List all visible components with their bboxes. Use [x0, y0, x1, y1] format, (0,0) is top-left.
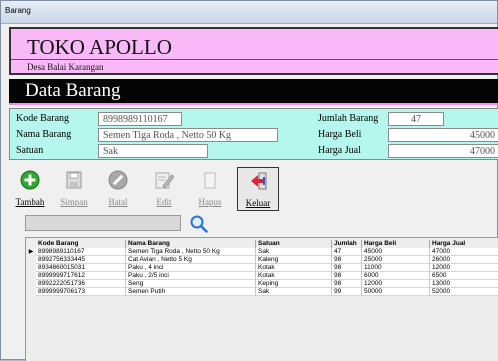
app-window: Barang TOKO APOLLO Desa Balai Karangan D…: [0, 0, 498, 361]
col-harga-jual[interactable]: Harga Jual: [430, 240, 498, 248]
satuan-label: Satuan: [16, 145, 44, 156]
tambah-label: Tambah: [15, 197, 45, 207]
col-kode[interactable]: Kode Barang: [36, 240, 126, 248]
cell-harga-beli: 11000: [362, 264, 430, 272]
hapus-button[interactable]: Hapus: [189, 167, 231, 211]
col-satuan[interactable]: Satuan: [256, 240, 332, 248]
col-harga-beli[interactable]: Harga Beli: [362, 240, 430, 248]
keluar-button[interactable]: Keluar: [237, 167, 279, 211]
row-selector: [26, 264, 36, 272]
satuan-field[interactable]: Sak: [98, 144, 208, 158]
cell-kode: 8992222051736: [36, 280, 126, 288]
table-row[interactable]: 8934860015031 Paku , 4 inci Kotak 98 110…: [26, 264, 498, 272]
table-row[interactable]: 8992222051736 Seng Keping 98 12000 13000: [26, 280, 498, 288]
row-selector: [26, 288, 36, 296]
cell-harga-jual: 13000: [430, 280, 498, 288]
cell-nama: Semen Putih: [126, 288, 256, 296]
cell-satuan: Sak: [256, 288, 332, 296]
hapus-label: Hapus: [198, 197, 222, 207]
section-header: Data Barang: [9, 79, 498, 105]
cell-harga-beli: 6000: [362, 272, 430, 280]
cell-harga-jual: 52000: [430, 288, 498, 296]
store-address: Desa Balai Karangan: [27, 62, 104, 72]
col-jumlah[interactable]: Jumlah: [332, 240, 362, 248]
tambah-button[interactable]: Tambah: [9, 167, 51, 211]
table-header: Kode Barang Nama Barang Satuan Jumlah Ha…: [26, 240, 498, 248]
cell-kode: 8992756333445: [36, 256, 126, 264]
banner-divider: [11, 59, 498, 60]
cell-kode: 8934860015031: [36, 264, 126, 272]
cell-harga-jual: 6500: [430, 272, 498, 280]
table-row[interactable]: 8999999706173 Semen Putih Sak 99 50000 5…: [26, 288, 498, 296]
cell-jumlah: 98: [332, 264, 362, 272]
item-form: Kode Barang 8998989110167 Nama Barang Se…: [9, 108, 498, 160]
keluar-label: Keluar: [245, 198, 271, 208]
row-selector: [26, 272, 36, 280]
current-row-indicator: ▶: [26, 248, 36, 256]
table-row[interactable]: 8999999717612 Paku , 2/5 inci Kotak 98 6…: [26, 272, 498, 280]
nama-barang-field[interactable]: Semen Tiga Roda , Netto 50 Kg: [98, 128, 278, 142]
edit-icon: [155, 172, 174, 189]
cell-harga-jual: 26000: [430, 256, 498, 264]
cell-harga-jual: 12000: [430, 264, 498, 272]
cell-satuan: Kotak: [256, 272, 332, 280]
title-bar[interactable]: Barang: [1, 1, 497, 24]
delete-icon: [204, 172, 216, 189]
cell-jumlah: 98: [332, 280, 362, 288]
nama-label: Nama Barang: [16, 129, 72, 140]
cell-kode: 8998989110167: [36, 248, 126, 256]
cell-satuan: Keping: [256, 280, 332, 288]
simpan-label: Simpan: [60, 197, 88, 207]
cell-kode: 8999999717612: [36, 272, 126, 280]
table-row[interactable]: 8992756333445 Cat Avian , Netto 5 Kg Kal…: [26, 256, 498, 264]
table-row[interactable]: ▶ 8998989110167 Semen Tiga Roda , Netto …: [26, 248, 498, 256]
store-name: TOKO APOLLO: [27, 35, 172, 59]
jumlah-label: Jumlah Barang: [318, 113, 379, 124]
cell-harga-beli: 45000: [362, 248, 430, 256]
cell-harga-jual: 47000: [430, 248, 498, 256]
cell-harga-beli: 12000: [362, 280, 430, 288]
cell-satuan: Kaleng: [256, 256, 332, 264]
harga-beli-field[interactable]: 45000: [388, 128, 498, 142]
toolbar: Tambah Simpan Batal Edit Hapus Keluar: [9, 167, 498, 211]
batal-button[interactable]: Batal: [97, 167, 139, 211]
cell-kode: 8999999706173: [36, 288, 126, 296]
cell-jumlah: 99: [332, 288, 362, 296]
simpan-button[interactable]: Simpan: [53, 167, 95, 211]
search-icon[interactable]: [189, 214, 209, 234]
cell-harga-beli: 25000: [362, 256, 430, 264]
batal-label: Batal: [108, 197, 128, 207]
cell-nama: Paku , 2/5 inci: [126, 272, 256, 280]
row-selector: [26, 256, 36, 264]
add-icon: [20, 170, 40, 190]
harga-jual-label: Harga Jual: [318, 145, 361, 156]
cell-satuan: Sak: [256, 248, 332, 256]
cell-jumlah: 98: [332, 272, 362, 280]
search-input[interactable]: [25, 215, 181, 231]
kode-barang-field[interactable]: 8998989110167: [98, 112, 182, 126]
row-selector: [26, 280, 36, 288]
col-nama[interactable]: Nama Barang: [126, 240, 256, 248]
cell-jumlah: 47: [332, 248, 362, 256]
exit-icon: [251, 172, 267, 190]
edit-label: Edit: [156, 197, 172, 207]
store-banner: TOKO APOLLO Desa Balai Karangan: [9, 27, 498, 75]
harga-beli-label: Harga Beli: [318, 129, 362, 140]
kode-label: Kode Barang: [16, 113, 70, 124]
section-title: Data Barang: [25, 80, 121, 101]
cell-nama: Cat Avian , Netto 5 Kg: [126, 256, 256, 264]
window-title: Barang: [5, 6, 31, 15]
items-table: Kode Barang Nama Barang Satuan Jumlah Ha…: [25, 237, 498, 361]
jumlah-barang-field[interactable]: 47: [388, 112, 444, 126]
cell-nama: Semen Tiga Roda , Netto 50 Kg: [126, 248, 256, 256]
cell-satuan: Kotak: [256, 264, 332, 272]
cell-nama: Seng: [126, 280, 256, 288]
cell-nama: Paku , 4 inci: [126, 264, 256, 272]
cell-harga-beli: 50000: [362, 288, 430, 296]
cancel-icon: [108, 170, 128, 190]
edit-button[interactable]: Edit: [143, 167, 185, 211]
harga-jual-field[interactable]: 47000: [388, 144, 498, 158]
save-icon: [66, 171, 82, 189]
cell-jumlah: 98: [332, 256, 362, 264]
